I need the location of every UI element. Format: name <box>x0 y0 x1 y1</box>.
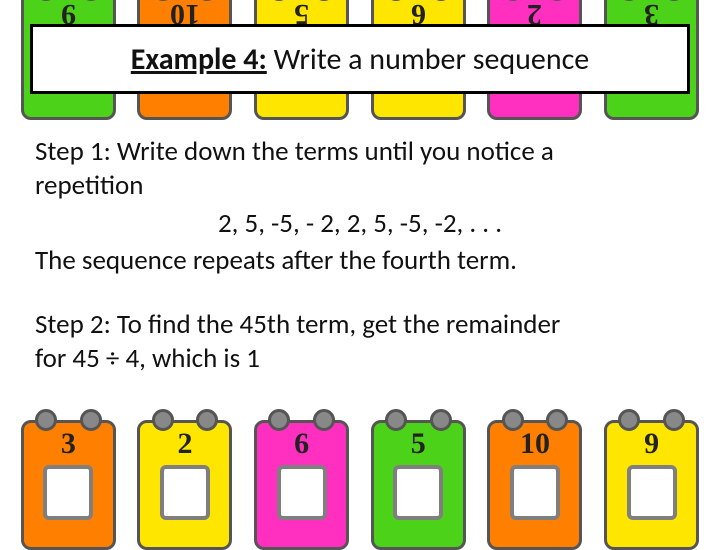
example-heading-box: Example 4: Write a number sequence <box>30 24 690 94</box>
decorative-toys-bottom: 3 2 6 5 10 9 <box>0 420 720 550</box>
toy-card: 2 <box>137 420 232 550</box>
step1-line1: Step 1: Write down the terms until you n… <box>35 135 685 169</box>
toy-number: 5 <box>411 429 426 459</box>
sequence-text: 2, 5, -5, - 2, 2, 5, -5, -2, . . . <box>35 207 685 241</box>
toy-number: 9 <box>644 429 659 459</box>
toy-number: 6 <box>294 429 309 459</box>
toy-number: 3 <box>61 429 76 459</box>
step2-line2: for 45 ÷ 4, which is 1 <box>35 342 685 376</box>
example-title: Write a number sequence <box>267 41 589 78</box>
toy-number: 10 <box>520 429 550 459</box>
toy-card: 3 <box>21 420 116 550</box>
toy-card: 6 <box>254 420 349 550</box>
step1-line2: repetition <box>35 169 685 203</box>
toy-card: 5 <box>371 420 466 550</box>
toy-card: 9 <box>604 420 699 550</box>
example-label: Example 4: <box>131 41 267 78</box>
toy-number: 2 <box>177 429 192 459</box>
toy-card: 10 <box>487 420 582 550</box>
step1-conclusion: The sequence repeats after the fourth te… <box>35 244 685 278</box>
step2-line1: Step 2: To find the 45th term, get the r… <box>35 308 685 342</box>
slide-body: Step 1: Write down the terms until you n… <box>35 135 685 376</box>
